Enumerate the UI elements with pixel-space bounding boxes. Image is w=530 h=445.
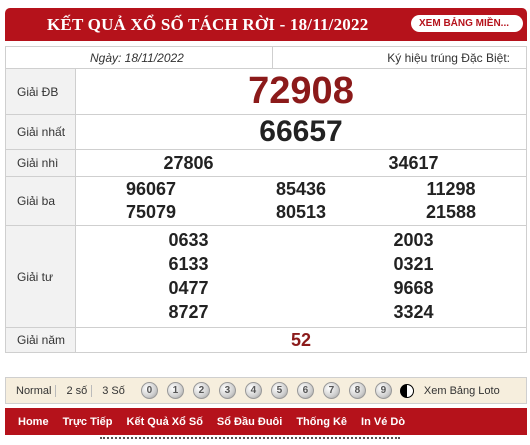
fourth-prize-number: 0477 bbox=[168, 278, 209, 298]
fourth-prize-number: 0633 bbox=[168, 230, 209, 250]
digit-3-button[interactable]: 3 bbox=[218, 382, 236, 399]
prize-label: Giải nhì bbox=[5, 149, 76, 177]
third-prize-number: 96067 bbox=[125, 179, 177, 199]
third-prize-number: 85436 bbox=[275, 179, 327, 199]
mode-3-digit-button[interactable]: 3 Số bbox=[98, 385, 129, 397]
first-prize-number: 66657 bbox=[75, 114, 527, 150]
yin-yang-icon[interactable] bbox=[399, 383, 414, 398]
nav-statistics[interactable]: Thống Kê bbox=[296, 416, 347, 428]
digit-6-button[interactable]: 6 bbox=[296, 382, 314, 399]
second-prize-number: 34617 bbox=[388, 152, 439, 173]
nav-print-ticket[interactable]: In Vé Dò bbox=[361, 416, 405, 428]
digit-7-button[interactable]: 7 bbox=[322, 382, 340, 399]
prize-row-db: Giải ĐB 72908 bbox=[5, 68, 527, 115]
special-code-label: Ký hiệu trúng Đặc Biệt: bbox=[272, 46, 527, 69]
bottom-nav: Home Trực Tiếp Kết Quả Xổ Số Sổ Đầu Đuôi… bbox=[5, 408, 527, 435]
view-region-table-button[interactable]: XEM BẢNG MIỀN... bbox=[411, 15, 523, 32]
digit-1-button[interactable]: 1 bbox=[166, 382, 184, 399]
second-prize-cell: 27806 34617 bbox=[75, 149, 527, 177]
prize-label: Giải ba bbox=[5, 176, 76, 226]
mode-2-digit-button[interactable]: 2 số bbox=[62, 384, 93, 397]
mode-normal-button[interactable]: Normal bbox=[12, 384, 57, 397]
digit-2-button[interactable]: 2 bbox=[192, 382, 210, 399]
prize-label: Giải nhất bbox=[5, 114, 76, 150]
fourth-prize-number: 9668 bbox=[393, 278, 434, 298]
digit-5-button[interactable]: 5 bbox=[270, 382, 288, 399]
fourth-prize-number: 8727 bbox=[168, 302, 209, 322]
nav-home[interactable]: Home bbox=[18, 416, 49, 428]
third-prize-number: 80513 bbox=[275, 202, 327, 222]
display-toolbar: Normal 2 số 3 Số 0 1 2 3 4 5 6 7 8 9 Xem… bbox=[5, 377, 527, 404]
special-prize-number: 72908 bbox=[75, 68, 527, 115]
digit-9-button[interactable]: 9 bbox=[374, 382, 392, 399]
page-title: KẾT QUẢ XỔ SỐ TÁCH RỜI - 18/11/2022 bbox=[47, 14, 369, 34]
digit-4-button[interactable]: 4 bbox=[244, 382, 262, 399]
fourth-prize-cell: 0633 2003 6133 0321 0477 9668 8727 3324 bbox=[75, 225, 527, 328]
view-loto-table-link[interactable]: Xem Bảng Loto bbox=[424, 385, 500, 397]
prize-row-nhi: Giải nhì 27806 34617 bbox=[5, 149, 527, 177]
digit-8-button[interactable]: 8 bbox=[348, 382, 366, 399]
prize-row-tu: Giải tư 0633 2003 6133 0321 0477 9668 87… bbox=[5, 225, 527, 328]
results-header: KẾT QUẢ XỔ SỐ TÁCH RỜI - 18/11/2022 XEM … bbox=[5, 8, 527, 41]
results-table: Ngày: 18/11/2022 Ký hiệu trúng Đặc Biệt:… bbox=[4, 46, 527, 353]
fifth-prize-number: 52 bbox=[75, 327, 527, 353]
info-row: Ngày: 18/11/2022 Ký hiệu trúng Đặc Biệt: bbox=[4, 46, 527, 69]
prize-label: Giải ĐB bbox=[5, 68, 76, 115]
second-prize-number: 27806 bbox=[163, 152, 214, 173]
third-prize-number: 21588 bbox=[425, 202, 477, 222]
fourth-prize-number: 0321 bbox=[393, 254, 434, 274]
fourth-prize-number: 3324 bbox=[393, 302, 434, 322]
third-prize-cell: 96067 85436 11298 75079 80513 21588 bbox=[75, 176, 527, 226]
nav-live[interactable]: Trực Tiếp bbox=[63, 416, 113, 428]
nav-results[interactable]: Kết Quả Xổ Số bbox=[127, 416, 203, 428]
nav-head-tail[interactable]: Sổ Đầu Đuôi bbox=[217, 416, 282, 428]
third-prize-number: 11298 bbox=[426, 179, 476, 199]
prize-label: Giải tư bbox=[5, 225, 76, 328]
fourth-prize-number: 6133 bbox=[168, 254, 209, 274]
third-prize-number: 75079 bbox=[125, 202, 177, 222]
prize-label: Giải năm bbox=[5, 327, 76, 353]
prize-row-nam: Giải năm 52 bbox=[5, 327, 527, 353]
draw-date: Ngày: 18/11/2022 bbox=[4, 46, 274, 69]
digit-0-button[interactable]: 0 bbox=[140, 382, 158, 399]
prize-row-ba: Giải ba 96067 85436 11298 75079 80513 21… bbox=[5, 176, 527, 226]
fourth-prize-number: 2003 bbox=[393, 230, 434, 250]
prize-row-nhat: Giải nhất 66657 bbox=[5, 114, 527, 150]
